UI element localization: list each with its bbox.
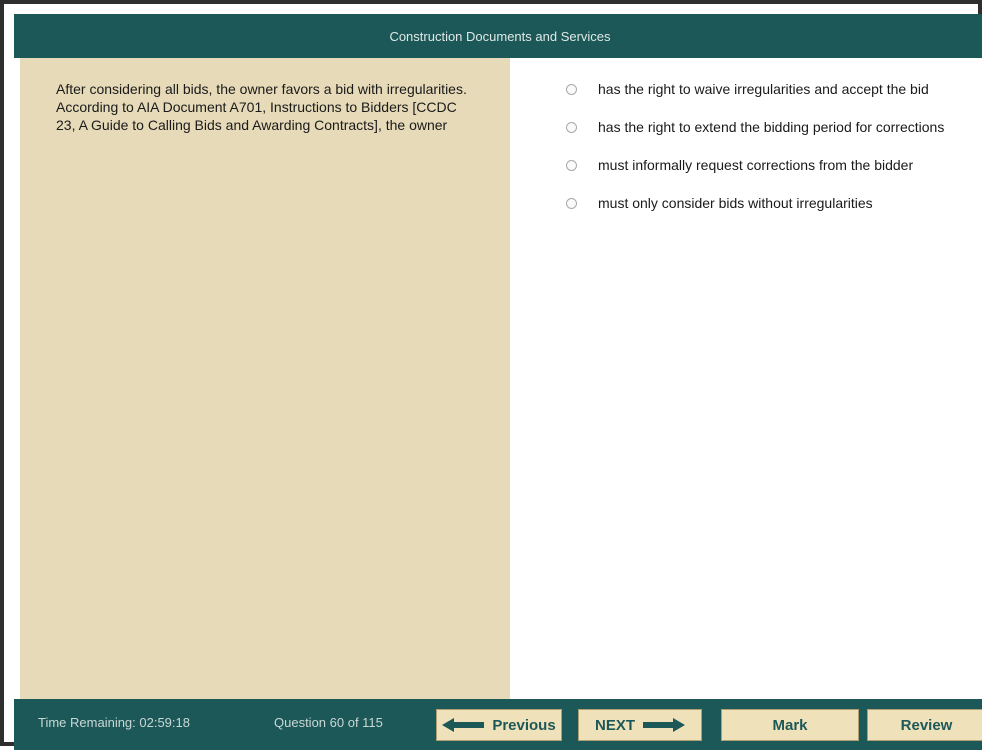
next-label: NEXT (594, 716, 635, 734)
answer-panel: has the right to waive irregularities an… (510, 58, 982, 699)
question-counter: Question 60 of 115 (274, 715, 383, 730)
answer-label: must only consider bids without irregula… (598, 195, 873, 211)
answer-option-a[interactable]: has the right to waive irregularities an… (566, 80, 966, 98)
header-bar: Construction Documents and Services (14, 14, 982, 58)
time-remaining: Time Remaining: 02:59:18 (38, 715, 190, 730)
next-button[interactable]: NEXT (578, 709, 702, 741)
section-title: Construction Documents and Services (389, 28, 611, 44)
answer-option-c[interactable]: must informally request corrections from… (566, 156, 966, 174)
previous-label: Previous (492, 716, 556, 734)
question-panel: After considering all bids, the owner fa… (20, 58, 510, 699)
question-stem: After considering all bids, the owner fa… (56, 81, 467, 133)
arrow-left-icon (442, 718, 485, 732)
content-area: After considering all bids, the owner fa… (14, 58, 982, 699)
radio-icon[interactable] (566, 198, 577, 209)
arrow-right-icon (643, 718, 685, 732)
review-button[interactable]: Review (867, 709, 982, 741)
mark-button[interactable]: Mark (721, 709, 859, 741)
previous-button[interactable]: Previous (436, 709, 562, 741)
mark-label: Mark (772, 716, 808, 734)
review-label: Review (900, 716, 953, 734)
footer-bar: Time Remaining: 02:59:18 Question 60 of … (14, 699, 982, 750)
answer-label: must informally request corrections from… (598, 157, 914, 173)
radio-icon[interactable] (566, 122, 577, 133)
radio-icon[interactable] (566, 160, 577, 171)
radio-icon[interactable] (566, 84, 577, 95)
answer-label: has the right to waive irregularities an… (598, 81, 929, 97)
answer-option-d[interactable]: must only consider bids without irregula… (566, 194, 966, 212)
answer-option-b[interactable]: has the right to extend the bidding peri… (566, 118, 966, 136)
answer-list: has the right to waive irregularities an… (566, 80, 966, 232)
exam-window: Construction Documents and Services Afte… (0, 0, 982, 750)
answer-label: has the right to extend the bidding peri… (598, 119, 945, 135)
